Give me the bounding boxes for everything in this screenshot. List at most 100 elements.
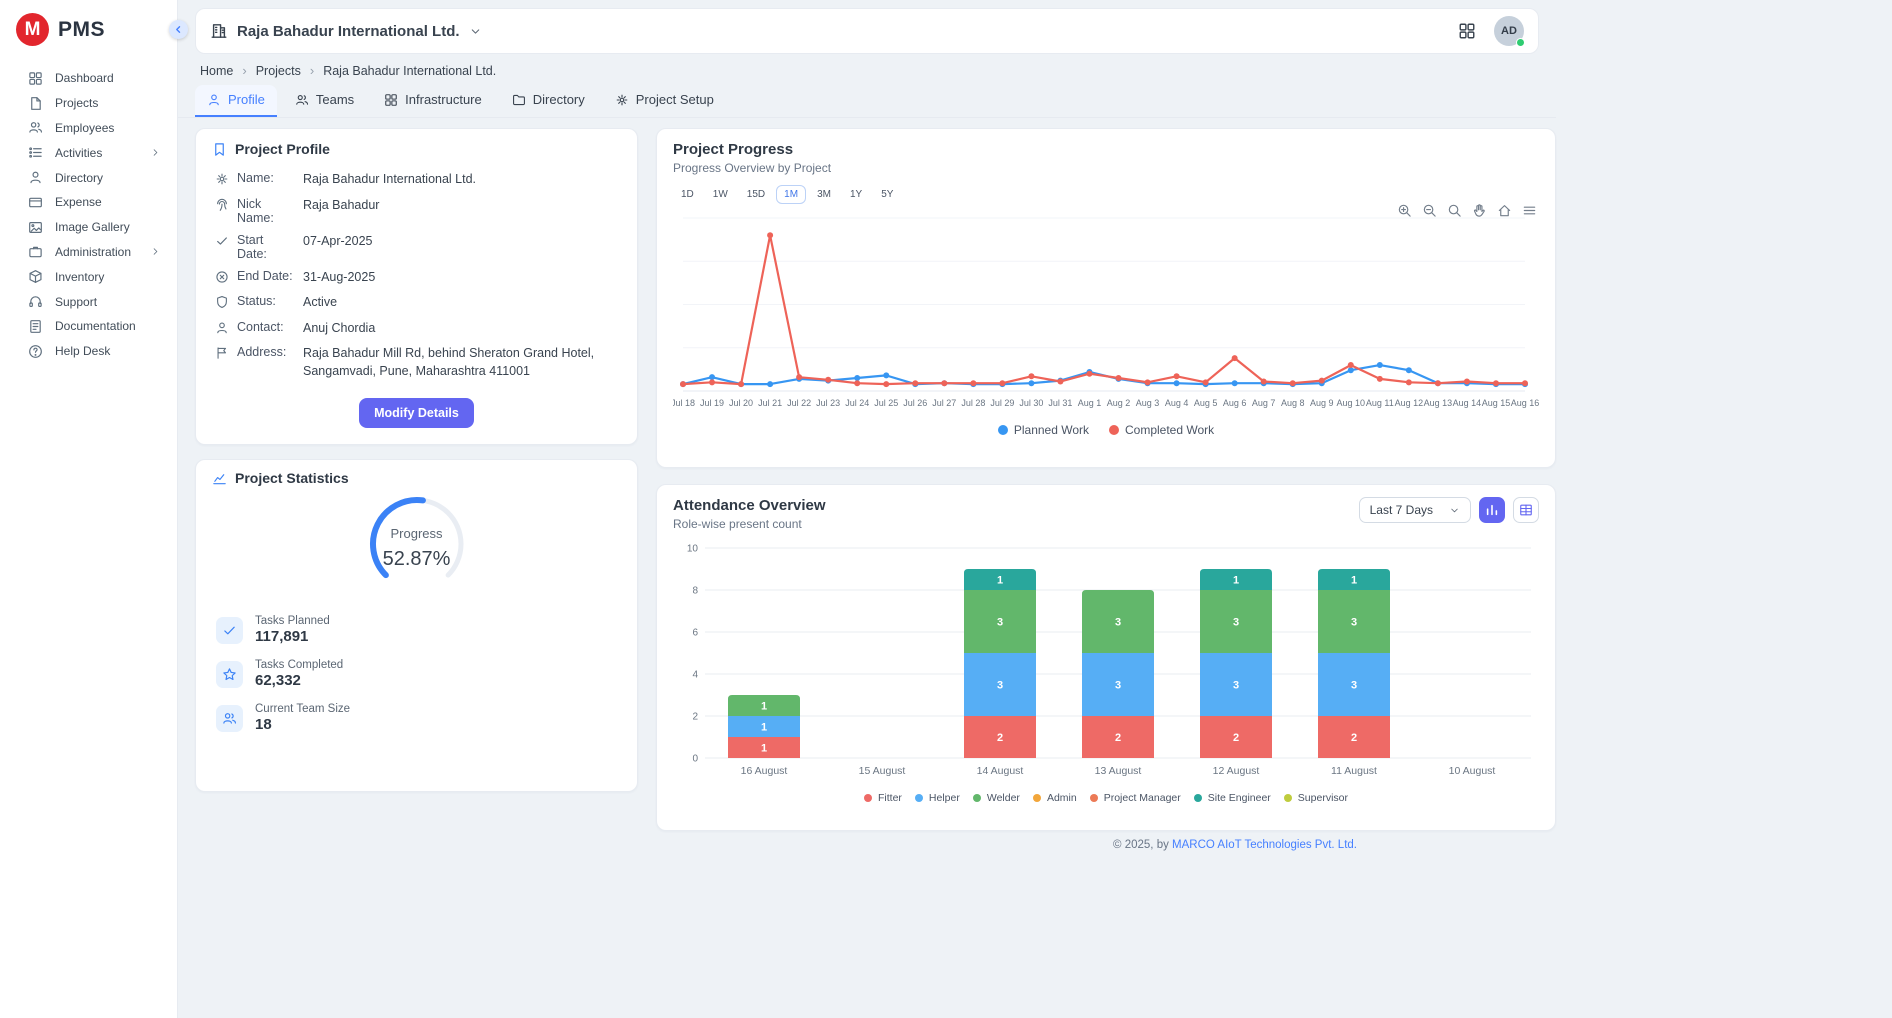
sidebar-item-expense[interactable]: Expense (0, 190, 177, 215)
gauge-label: Progress (352, 526, 482, 541)
legend-dot (1033, 794, 1041, 802)
sidebar-item-projects[interactable]: Projects (0, 91, 177, 116)
folder-icon (512, 93, 526, 107)
range-selector: 1D 1W 15D 1M 3M 1Y 5Y (673, 185, 1539, 204)
sidebar-menu: Dashboard Projects Employees Activities … (0, 58, 177, 364)
svg-text:Aug 13: Aug 13 (1424, 398, 1453, 408)
building-icon (210, 22, 228, 40)
selection-zoom-icon[interactable] (1447, 203, 1462, 218)
sidebar-item-support[interactable]: Support (0, 289, 177, 314)
reset-home-icon[interactable] (1497, 203, 1512, 218)
range-15d[interactable]: 15D (739, 185, 773, 204)
sidebar-item-label: Directory (55, 171, 103, 185)
sidebar-item-dashboard[interactable]: Dashboard (0, 66, 177, 91)
tab-directory[interactable]: Directory (500, 85, 597, 117)
zoom-out-icon[interactable] (1422, 203, 1437, 218)
sidebar-item-label: Expense (55, 195, 102, 209)
avatar[interactable]: AD (1494, 16, 1524, 46)
sidebar-item-directory[interactable]: Directory (0, 165, 177, 190)
sidebar-item-administration[interactable]: Administration (0, 240, 177, 265)
svg-text:Aug 2: Aug 2 (1107, 398, 1131, 408)
field-label: End Date: (237, 269, 295, 283)
file-icon (28, 96, 43, 111)
legend-item[interactable]: Site Engineer (1194, 792, 1271, 804)
pan-icon[interactable] (1472, 203, 1487, 218)
legend-item[interactable]: Completed Work (1109, 423, 1214, 437)
users-icon (295, 93, 309, 107)
footer-company-link[interactable]: MARCO AIoT Technologies Pvt. Ltd. (1172, 839, 1357, 851)
svg-text:10 August: 10 August (1449, 765, 1496, 777)
svg-text:Aug 6: Aug 6 (1223, 398, 1247, 408)
svg-text:Jul 30: Jul 30 (1019, 398, 1043, 408)
sidebar-item-help-desk[interactable]: Help Desk (0, 339, 177, 364)
legend-item[interactable]: Helper (915, 792, 960, 804)
svg-text:2: 2 (1233, 732, 1239, 744)
legend-dot (1194, 794, 1202, 802)
sidebar-item-image-gallery[interactable]: Image Gallery (0, 215, 177, 240)
field-label: Address: (237, 345, 295, 359)
svg-text:1: 1 (1233, 575, 1239, 587)
svg-text:3: 3 (1115, 680, 1121, 692)
range-5y[interactable]: 5Y (873, 185, 901, 204)
svg-text:Jul 25: Jul 25 (874, 398, 898, 408)
chevron-left-icon (173, 24, 184, 35)
legend-label: Supervisor (1298, 792, 1348, 804)
sidebar-item-activities[interactable]: Activities (0, 140, 177, 165)
field-name: Name: Raja Bahadur International Ltd. (212, 167, 621, 193)
grid-icon (384, 93, 398, 107)
star-icon (216, 661, 243, 688)
legend-item[interactable]: Supervisor (1284, 792, 1348, 804)
svg-text:Jul 31: Jul 31 (1048, 398, 1072, 408)
app-logo[interactable]: M PMS (0, 0, 177, 58)
attendance-bar-chart[interactable]: 024681011116 August15 August233114 Augus… (673, 535, 1541, 785)
progress-gauge-arc (352, 492, 482, 592)
legend-item[interactable]: Admin (1033, 792, 1077, 804)
apps-grid-icon[interactable] (1458, 22, 1476, 40)
project-progress-card: Project Progress Progress Overview by Pr… (656, 128, 1556, 468)
modify-details-button[interactable]: Modify Details (359, 398, 474, 428)
sidebar-item-inventory[interactable]: Inventory (0, 264, 177, 289)
image-icon (28, 220, 43, 235)
legend-label: Planned Work (1014, 423, 1089, 437)
sidebar-item-employees[interactable]: Employees (0, 116, 177, 141)
bar-chart-legend: Fitter Helper Welder Admin Project Manager Si… (673, 792, 1539, 804)
legend-dot (1284, 794, 1292, 802)
sidebar-item-documentation[interactable]: Documentation (0, 314, 177, 339)
field-value: Active (303, 294, 613, 312)
company-selector[interactable]: Raja Bahadur International Ltd. (237, 23, 460, 40)
sidebar: M PMS Dashboard Projects Employees Activ… (0, 0, 178, 1018)
range-1m[interactable]: 1M (776, 185, 806, 204)
fingerprint-icon (215, 198, 229, 212)
legend-item[interactable]: Planned Work (998, 423, 1089, 437)
date-range-select[interactable]: Last 7 Days (1359, 497, 1471, 523)
tab-infrastructure[interactable]: Infrastructure (372, 85, 494, 117)
sidebar-collapse-button[interactable] (169, 20, 188, 39)
breadcrumb-projects[interactable]: Projects (256, 64, 301, 78)
range-3m[interactable]: 3M (809, 185, 839, 204)
progress-line-chart[interactable]: Jul 18Jul 19Jul 20Jul 21Jul 22Jul 23Jul … (673, 208, 1541, 412)
range-1d[interactable]: 1D (673, 185, 702, 204)
field-label: Start Date: (237, 233, 295, 261)
sidebar-item-label: Inventory (55, 270, 104, 284)
tab-project-setup[interactable]: Project Setup (603, 85, 726, 117)
legend-item[interactable]: Project Manager (1090, 792, 1181, 804)
profile-fields: Name: Raja Bahadur International Ltd. Ni… (212, 167, 621, 384)
svg-text:3: 3 (1351, 680, 1357, 692)
breadcrumb-home[interactable]: Home (200, 64, 233, 78)
svg-text:Aug 9: Aug 9 (1310, 398, 1334, 408)
zoom-in-icon[interactable] (1397, 203, 1412, 218)
user-icon (215, 321, 229, 335)
project-tabs: Profile Teams Infrastructure Directory P… (178, 85, 1556, 118)
menu-icon[interactable] (1522, 203, 1537, 218)
legend-label: Completed Work (1125, 423, 1214, 437)
chevron-down-icon[interactable] (469, 25, 482, 38)
tab-teams[interactable]: Teams (283, 85, 366, 117)
range-1w[interactable]: 1W (705, 185, 736, 204)
table-view-toggle[interactable] (1513, 497, 1539, 523)
legend-item[interactable]: Fitter (864, 792, 902, 804)
legend-item[interactable]: Welder (973, 792, 1020, 804)
tab-profile[interactable]: Profile (195, 85, 277, 117)
chart-view-toggle[interactable] (1479, 497, 1505, 523)
range-1y[interactable]: 1Y (842, 185, 870, 204)
date-range-value: Last 7 Days (1370, 503, 1433, 517)
